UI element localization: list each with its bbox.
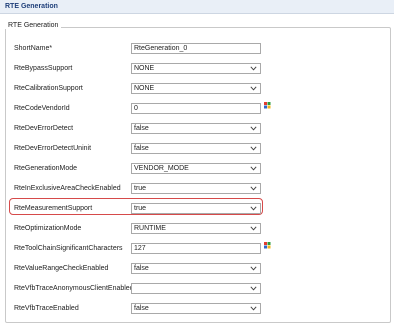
parameter-cube-icon[interactable] — [264, 242, 271, 249]
dropdown-select[interactable]: false — [131, 263, 261, 274]
dropdown-select[interactable]: false — [131, 123, 261, 134]
text-input[interactable]: 127 — [131, 243, 261, 254]
field-label: RteOptimizationMode — [14, 225, 82, 232]
field-label: RteDevErrorDetectUninit — [14, 145, 92, 152]
chevron-down-icon[interactable] — [250, 165, 257, 172]
field-value: false — [134, 125, 149, 132]
field-value: 127 — [134, 245, 146, 252]
panel-header: RTE Generation — [0, 0, 394, 14]
field-label: RteVfbTraceAnonymousClientEnabled — [14, 285, 134, 292]
chevron-down-icon[interactable] — [250, 285, 257, 292]
chevron-down-icon[interactable] — [250, 205, 257, 212]
field-label: RteBypassSupport — [14, 65, 73, 72]
field-label: RteVfbTraceEnabled — [14, 305, 79, 312]
dropdown-select[interactable]: VENDOR_MODE — [131, 163, 261, 174]
chevron-down-icon[interactable] — [250, 85, 257, 92]
dropdown-select[interactable]: RUNTIME — [131, 223, 261, 234]
field-value: false — [134, 305, 149, 312]
dropdown-select[interactable]: NONE — [131, 83, 261, 94]
field-label: ShortName* — [14, 45, 53, 52]
dropdown-select[interactable] — [131, 283, 261, 294]
field-value: true — [134, 205, 147, 212]
dropdown-select[interactable]: false — [131, 303, 261, 314]
field-label: RteValueRangeCheckEnabled — [14, 265, 109, 272]
panel-title: RTE Generation — [5, 3, 58, 10]
field-label: RteInExclusiveAreaCheckEnabled — [14, 185, 121, 192]
text-input[interactable]: 0 — [131, 103, 261, 114]
field-label: RteGenerationMode — [14, 165, 78, 172]
field-value: VENDOR_MODE — [134, 165, 189, 172]
field-value: false — [134, 145, 149, 152]
field-value: NONE — [134, 85, 155, 92]
field-label: RteMeasurementSupport — [14, 205, 93, 212]
chevron-down-icon[interactable] — [250, 145, 257, 152]
field-value: true — [134, 185, 147, 192]
dropdown-select[interactable]: false — [131, 143, 261, 154]
field-value: 0 — [134, 105, 138, 112]
chevron-down-icon[interactable] — [250, 265, 257, 272]
chevron-down-icon[interactable] — [250, 305, 257, 312]
field-label: RteCalibrationSupport — [14, 85, 83, 92]
field-value: RteGeneration_0 — [134, 45, 188, 52]
field-value: RUNTIME — [134, 225, 166, 232]
field-label: RteToolChainSignificantCharacters — [14, 245, 123, 252]
field-value: NONE — [134, 65, 155, 72]
chevron-down-icon[interactable] — [250, 65, 257, 72]
chevron-down-icon[interactable] — [250, 185, 257, 192]
parameter-cube-icon[interactable] — [264, 102, 271, 109]
text-input[interactable]: RteGeneration_0 — [131, 43, 261, 54]
chevron-down-icon[interactable] — [250, 225, 257, 232]
field-value: false — [134, 265, 149, 272]
dropdown-select[interactable]: true — [131, 203, 261, 214]
chevron-down-icon[interactable] — [250, 125, 257, 132]
field-label: RteDevErrorDetect — [14, 125, 74, 132]
dropdown-select[interactable]: true — [131, 183, 261, 194]
dropdown-select[interactable]: NONE — [131, 63, 261, 74]
field-label: RteCodeVendorId — [14, 105, 70, 112]
group-legend: RTE Generation — [5, 22, 62, 29]
